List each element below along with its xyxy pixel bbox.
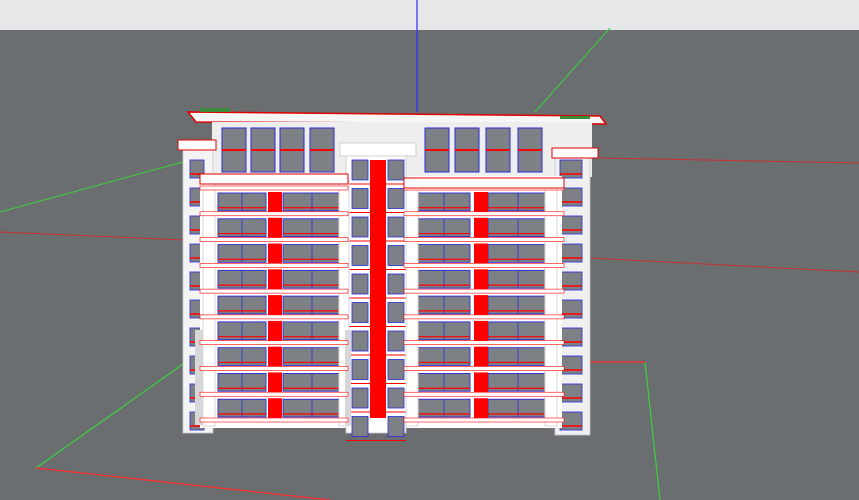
stair-window xyxy=(351,159,369,181)
right-parapet xyxy=(551,147,599,159)
wing-window xyxy=(559,159,583,179)
red-panel xyxy=(268,269,282,292)
floor-slab xyxy=(403,391,565,397)
stair-window xyxy=(387,245,405,266)
stair-window xyxy=(351,330,369,352)
floor-slab xyxy=(403,288,565,294)
stair-window xyxy=(387,387,405,409)
red-panel xyxy=(268,346,282,369)
red-panel xyxy=(268,372,282,395)
stair-window xyxy=(351,387,369,409)
stair-window xyxy=(387,188,405,209)
floor-slab xyxy=(199,366,349,371)
red-panel xyxy=(268,192,282,214)
red-panel xyxy=(474,295,488,317)
floor-slab xyxy=(403,314,565,320)
stair-window xyxy=(351,216,369,238)
red-panel xyxy=(268,295,282,317)
red-panel xyxy=(474,398,488,420)
floor-slab xyxy=(199,340,349,345)
stair-window xyxy=(387,159,405,181)
red-panel xyxy=(268,320,282,343)
wing-window xyxy=(559,215,583,235)
wing-window xyxy=(559,271,583,291)
red-panel xyxy=(268,243,282,266)
floor-slab xyxy=(403,211,565,217)
stair-window xyxy=(387,330,405,352)
wing-window xyxy=(559,187,583,207)
red-panel xyxy=(474,269,488,292)
red-panel xyxy=(474,320,488,343)
tower-parapet xyxy=(339,142,417,157)
stair-window xyxy=(351,416,369,437)
red-panel xyxy=(268,217,282,240)
wing-window xyxy=(559,243,583,263)
red-panel xyxy=(268,398,282,420)
3d-viewport[interactable] xyxy=(0,0,859,500)
stair-window xyxy=(387,273,405,295)
roof-green-edge-2 xyxy=(560,116,590,119)
floor-slab xyxy=(403,366,565,371)
floor-slab xyxy=(199,185,349,191)
floor-slab xyxy=(403,263,565,268)
stair-window xyxy=(387,416,405,437)
stair-window xyxy=(387,302,405,323)
stair-window xyxy=(387,359,405,380)
red-panel xyxy=(474,346,488,369)
floor-slab xyxy=(199,237,349,242)
floor-slab xyxy=(199,263,349,268)
right-block-parapet xyxy=(403,177,565,189)
red-panel xyxy=(474,217,488,240)
left-parapet xyxy=(177,139,217,151)
left-block-parapet xyxy=(199,173,349,185)
stair-window xyxy=(351,188,369,209)
floor-slab xyxy=(199,314,349,320)
floor-slab xyxy=(199,211,349,217)
floor-slab xyxy=(403,340,565,345)
floor-slab xyxy=(199,417,349,423)
sky-band xyxy=(0,0,859,28)
roof-green-edge xyxy=(200,108,230,112)
stair-window xyxy=(351,273,369,295)
building-model[interactable] xyxy=(177,108,608,441)
floor-slab xyxy=(199,288,349,294)
wing-window xyxy=(559,355,583,375)
stair-window xyxy=(351,359,369,380)
stair-window xyxy=(387,216,405,238)
stair-window xyxy=(351,245,369,266)
red-panel xyxy=(474,192,488,214)
floor-slab xyxy=(403,237,565,242)
stair-tower-red-strip xyxy=(370,160,386,418)
red-panel xyxy=(474,372,488,395)
red-panel xyxy=(474,243,488,266)
stair-window xyxy=(351,302,369,323)
floor-slab xyxy=(403,417,565,423)
floor-slab xyxy=(199,391,349,397)
